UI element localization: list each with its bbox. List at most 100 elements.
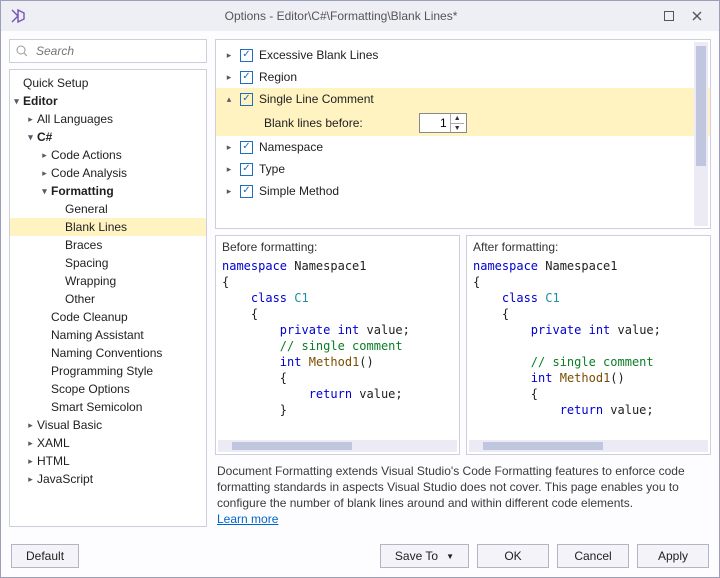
tree-label: Editor	[23, 93, 58, 110]
tree-item-formatting[interactable]: ▾Formatting	[10, 182, 206, 200]
tree-item-scope-options[interactable]: Scope Options	[10, 380, 206, 398]
spin-down[interactable]: ▼	[451, 123, 464, 132]
tree-item-naming-conventions[interactable]: Naming Conventions	[10, 344, 206, 362]
left-column: Quick Setup ▾Editor ▸All Languages ▾C# ▸…	[9, 39, 207, 527]
expand-icon[interactable]: ▸	[24, 111, 37, 128]
checkbox[interactable]: ✓	[240, 93, 253, 106]
right-column: ▸ ✓ Excessive Blank Lines ▸ ✓ Region ▴ ✓…	[215, 39, 711, 527]
scrollbar-horizontal[interactable]	[469, 440, 708, 452]
spin-up[interactable]: ▲	[451, 114, 464, 123]
tree-item-other[interactable]: Other	[10, 290, 206, 308]
tree-item-xaml[interactable]: ▸XAML	[10, 434, 206, 452]
scroll-thumb[interactable]	[696, 46, 706, 166]
tree-item-code-actions[interactable]: ▸Code Actions	[10, 146, 206, 164]
tree-item-general[interactable]: General	[10, 200, 206, 218]
pane-header: Before formatting:	[216, 236, 459, 258]
blank-lines-before-row: Blank lines before: ▲ ▼	[220, 110, 692, 136]
checkbox[interactable]: ✓	[240, 185, 253, 198]
tree-label: Code Actions	[51, 147, 122, 164]
scrollbar-horizontal[interactable]	[218, 440, 457, 452]
tree-item-editor[interactable]: ▾Editor	[10, 92, 206, 110]
window-title: Options - Editor\C#\Formatting\Blank Lin…	[27, 9, 655, 23]
option-label: Single Line Comment	[259, 92, 374, 106]
collapse-icon[interactable]: ▾	[10, 93, 23, 110]
tree-item-code-analysis[interactable]: ▸Code Analysis	[10, 164, 206, 182]
checkbox[interactable]: ✓	[240, 49, 253, 62]
expand-icon[interactable]: ▸	[224, 164, 234, 175]
tree-label: Braces	[65, 237, 102, 254]
scroll-thumb[interactable]	[232, 442, 352, 450]
dialog-body: Quick Setup ▾Editor ▸All Languages ▾C# ▸…	[1, 31, 719, 535]
field-label: Blank lines before:	[264, 116, 363, 130]
option-region[interactable]: ▸ ✓ Region	[220, 66, 692, 88]
apply-button[interactable]: Apply	[637, 544, 709, 568]
tree-item-html[interactable]: ▸HTML	[10, 452, 206, 470]
ok-button[interactable]: OK	[477, 544, 549, 568]
dialog-footer: Default Save To▼ OK Cancel Apply	[1, 535, 719, 577]
maximize-button[interactable]	[655, 6, 683, 26]
collapse-icon[interactable]: ▾	[24, 129, 37, 146]
tree-label: Naming Conventions	[51, 345, 162, 362]
tree-item-visual-basic[interactable]: ▸Visual Basic	[10, 416, 206, 434]
tree-item-code-cleanup[interactable]: Code Cleanup	[10, 308, 206, 326]
option-simple-method[interactable]: ▸ ✓ Simple Method	[220, 180, 692, 202]
tree-label: C#	[37, 129, 52, 146]
collapse-icon[interactable]: ▴	[224, 94, 234, 105]
button-label: Cancel	[574, 549, 611, 563]
expand-icon[interactable]: ▸	[38, 147, 51, 164]
tree-label: Formatting	[51, 183, 114, 200]
option-namespace[interactable]: ▸ ✓ Namespace	[220, 136, 692, 158]
expand-icon[interactable]: ▸	[24, 453, 37, 470]
option-label: Namespace	[259, 140, 323, 154]
option-type[interactable]: ▸ ✓ Type	[220, 158, 692, 180]
tree-item-naming-assistant[interactable]: Naming Assistant	[10, 326, 206, 344]
save-to-button[interactable]: Save To▼	[380, 544, 469, 568]
tree-item-wrapping[interactable]: Wrapping	[10, 272, 206, 290]
default-button[interactable]: Default	[11, 544, 79, 568]
checkbox[interactable]: ✓	[240, 163, 253, 176]
tree-item-javascript[interactable]: ▸JavaScript	[10, 470, 206, 488]
expand-icon[interactable]: ▸	[224, 50, 234, 61]
options-tree[interactable]: Quick Setup ▾Editor ▸All Languages ▾C# ▸…	[9, 69, 207, 527]
scrollbar-vertical[interactable]	[694, 42, 708, 226]
tree-label: Other	[65, 291, 95, 308]
expand-icon[interactable]: ▸	[224, 186, 234, 197]
pane-header: After formatting:	[467, 236, 710, 258]
checkbox[interactable]: ✓	[240, 71, 253, 84]
search-input[interactable]	[34, 43, 200, 59]
tree-item-quick-setup[interactable]: Quick Setup	[10, 74, 206, 92]
expand-icon[interactable]: ▸	[24, 417, 37, 434]
tree-item-braces[interactable]: Braces	[10, 236, 206, 254]
dropdown-caret-icon: ▼	[446, 552, 454, 561]
tree-label: General	[65, 201, 108, 218]
blank-lines-before-input[interactable]: ▲ ▼	[419, 113, 467, 133]
tree-label: Smart Semicolon	[51, 399, 142, 416]
expand-icon[interactable]: ▸	[224, 142, 234, 153]
option-excessive-blank-lines[interactable]: ▸ ✓ Excessive Blank Lines	[220, 44, 692, 66]
option-single-line-comment[interactable]: ▴ ✓ Single Line Comment	[220, 88, 692, 110]
expand-icon[interactable]: ▸	[38, 165, 51, 182]
collapse-icon[interactable]: ▾	[38, 183, 51, 200]
learn-more-link[interactable]: Learn more	[217, 512, 278, 526]
tree-item-csharp[interactable]: ▾C#	[10, 128, 206, 146]
tree-label: Scope Options	[51, 381, 130, 398]
tree-label: Code Cleanup	[51, 309, 128, 326]
description-body: Document Formatting extends Visual Studi…	[217, 464, 685, 510]
tree-item-all-languages[interactable]: ▸All Languages	[10, 110, 206, 128]
checkbox[interactable]: ✓	[240, 141, 253, 154]
scroll-thumb[interactable]	[483, 442, 603, 450]
close-button[interactable]	[683, 6, 711, 26]
search-box[interactable]	[9, 39, 207, 63]
tree-item-spacing[interactable]: Spacing	[10, 254, 206, 272]
expand-icon[interactable]: ▸	[24, 471, 37, 488]
tree-label: Spacing	[65, 255, 108, 272]
tree-item-programming-style[interactable]: Programming Style	[10, 362, 206, 380]
tree-label: Visual Basic	[37, 417, 102, 434]
tree-label: Blank Lines	[65, 219, 127, 236]
expand-icon[interactable]: ▸	[224, 72, 234, 83]
tree-item-smart-semicolon[interactable]: Smart Semicolon	[10, 398, 206, 416]
cancel-button[interactable]: Cancel	[557, 544, 629, 568]
expand-icon[interactable]: ▸	[24, 435, 37, 452]
tree-item-blank-lines[interactable]: Blank Lines	[10, 218, 206, 236]
number-input[interactable]	[420, 115, 450, 131]
